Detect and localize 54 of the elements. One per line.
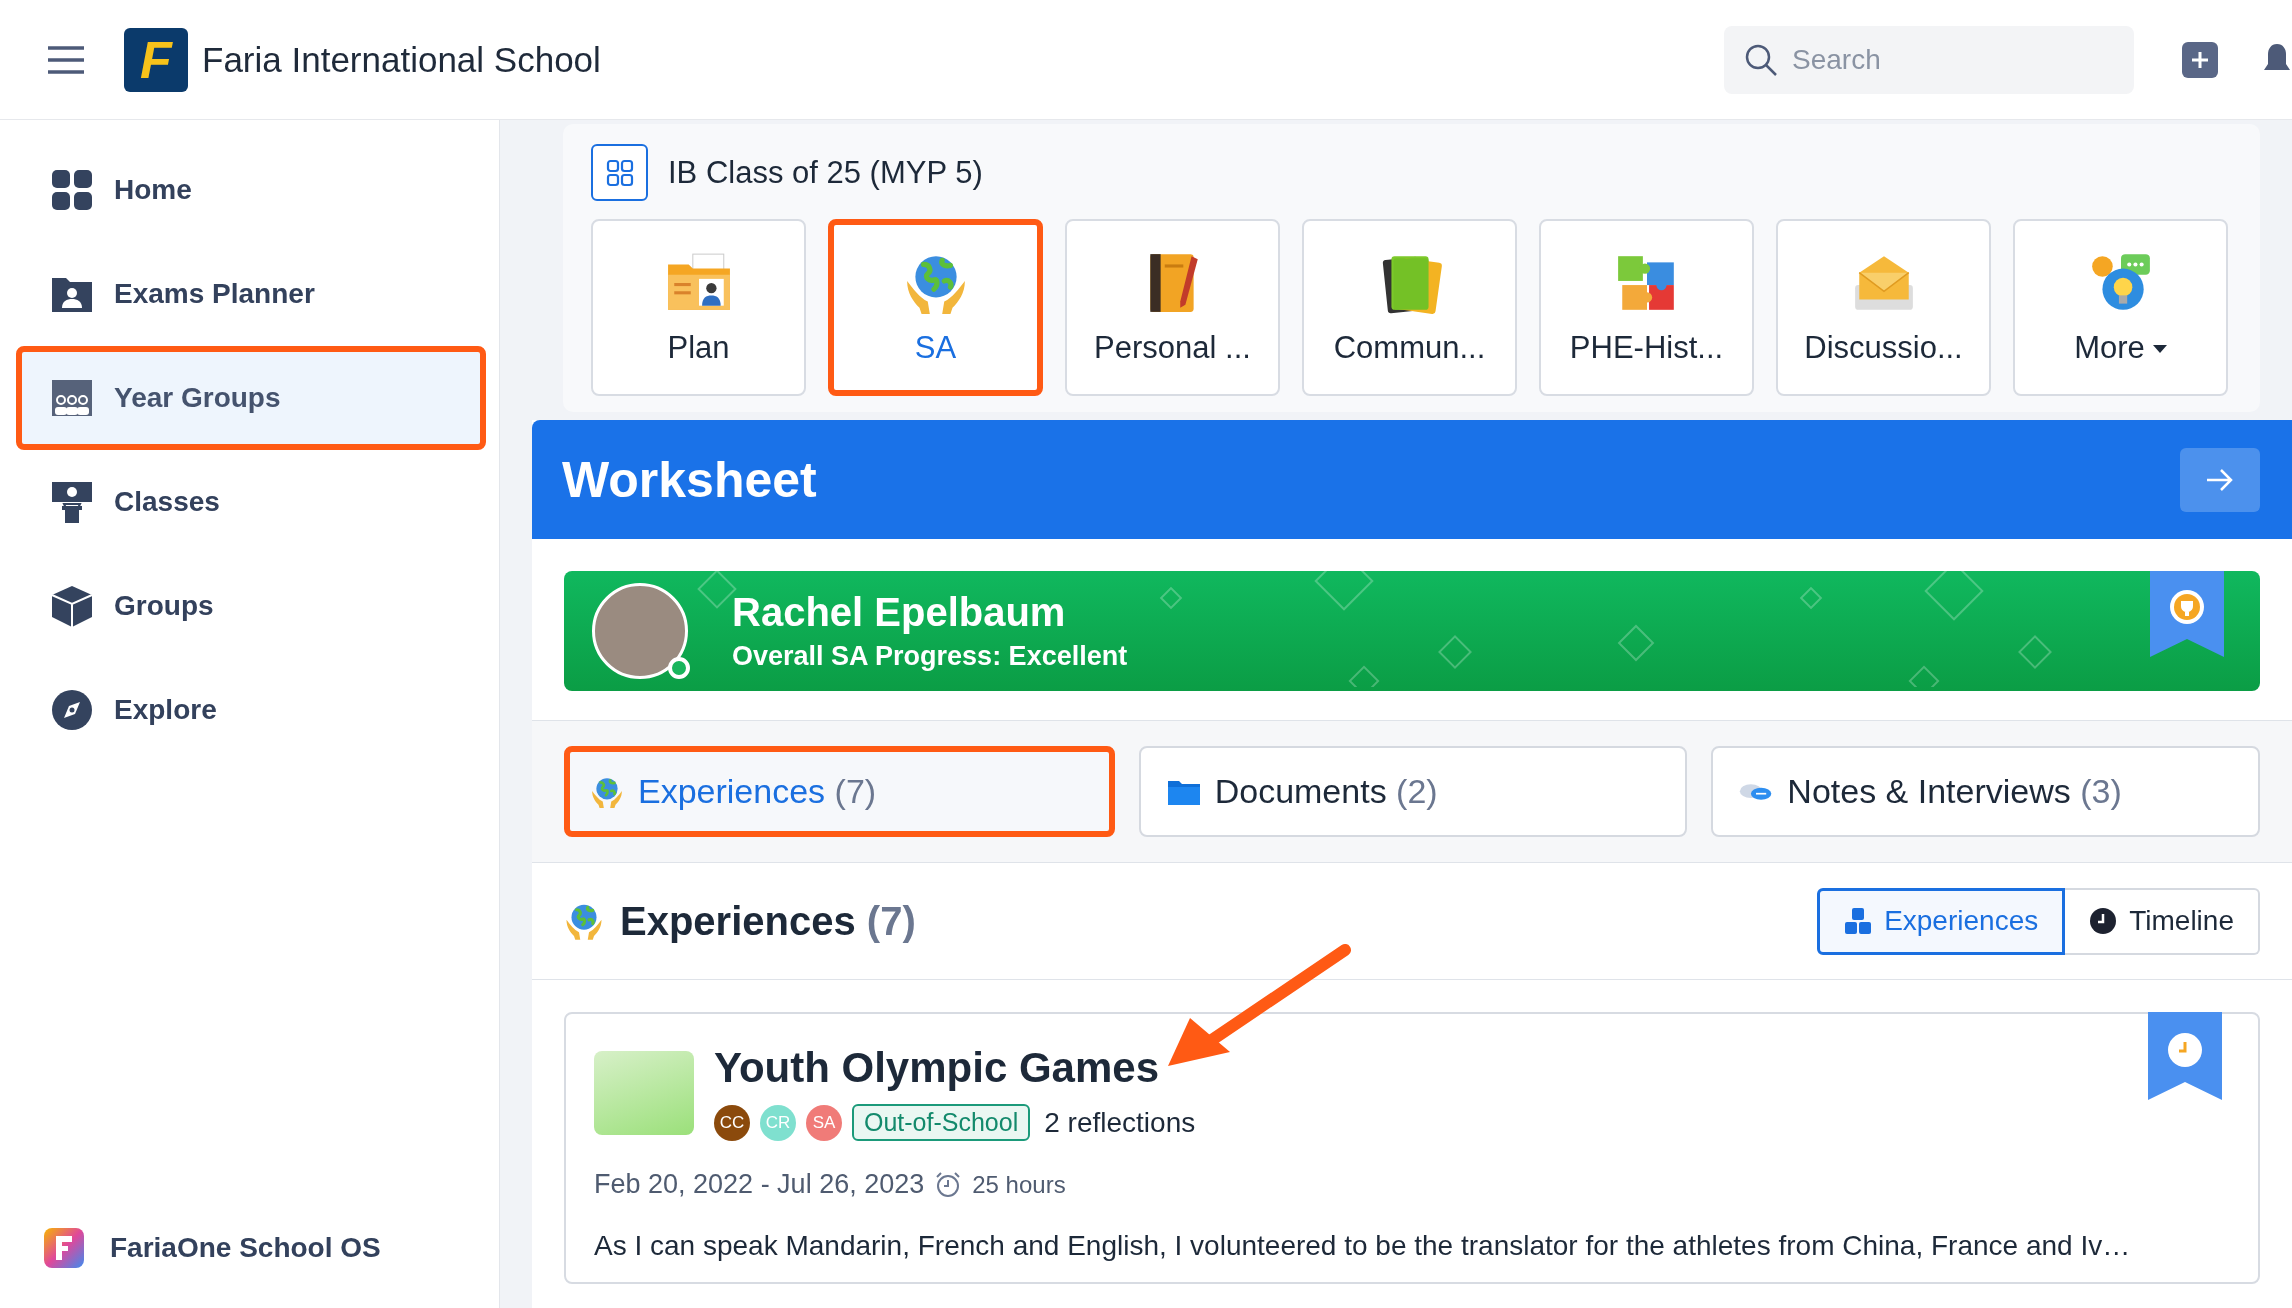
podium-icon: [50, 480, 94, 524]
app-tile[interactable]: Plan: [591, 219, 806, 396]
outcome-tag: CC: [714, 1104, 750, 1141]
sidebar-item[interactable]: Home: [16, 138, 486, 242]
duration: 25 hours: [972, 1170, 1066, 1199]
reflections-count: 2 reflections: [1044, 1106, 1196, 1139]
blocks-icon: [1844, 907, 1873, 935]
progress-text: Overall SA Progress: Excellent: [732, 641, 1128, 672]
footer-link[interactable]: FariaOne School OS: [0, 1228, 499, 1268]
section-title: Experiences (7): [620, 898, 916, 944]
cube-icon: [50, 584, 94, 628]
menu-icon: [48, 44, 84, 75]
experience-description: As I can speak Mandarin, French and English, I volunteered to be the translator for the athletes from China, France and Iv…: [594, 1230, 2132, 1262]
app-tile[interactable]: More: [2013, 219, 2228, 396]
trophy-ribbon-icon: [2150, 571, 2224, 657]
sidebar-item[interactable]: Year Groups: [16, 346, 486, 450]
grid-icon: [50, 168, 94, 212]
date-range: Feb 20, 2022 - Jul 26, 2023: [594, 1169, 925, 1200]
search-field[interactable]: Search: [1724, 25, 2134, 94]
tab[interactable]: Experiences (7): [564, 746, 1115, 837]
arrow-right-icon: [2205, 466, 2235, 493]
clock-icon: [2089, 907, 2118, 935]
app-tile[interactable]: SA: [828, 219, 1043, 396]
category-tag: Out-of-School: [852, 1104, 1031, 1141]
app-logo-icon: [44, 1228, 84, 1268]
view-toggle[interactable]: Experiences: [1817, 887, 2066, 955]
sidebar-item[interactable]: Exams Planner: [16, 242, 486, 346]
experience-title: Youth Olympic Games: [714, 1044, 1160, 1092]
search-icon: [1744, 42, 1778, 77]
experience-card[interactable]: [564, 1012, 2260, 1284]
compass-icon: [50, 688, 94, 732]
class-title: IB Class of 25 (MYP 5): [668, 154, 983, 191]
school-name: Faria International School: [202, 39, 601, 80]
grid-button[interactable]: [591, 144, 648, 201]
app-tile[interactable]: Personal ...: [1065, 219, 1280, 396]
student-name: Rachel Epelbaum: [732, 590, 1067, 635]
clock-ribbon-icon: [2148, 1012, 2222, 1100]
app-tile[interactable]: PHE-Hist...: [1539, 219, 1754, 396]
tab[interactable]: Notes & Interviews (3): [1711, 746, 2260, 837]
add-button[interactable]: [2182, 41, 2218, 78]
school-logo[interactable]: F: [124, 27, 188, 92]
open-button[interactable]: [2180, 447, 2260, 512]
outcome-tag: CR: [760, 1104, 796, 1141]
sidebar-item[interactable]: Groups: [16, 554, 486, 658]
view-toggle[interactable]: Timeline: [2065, 887, 2260, 955]
tab[interactable]: Documents (2): [1138, 746, 1688, 837]
outcome-tag: SA: [806, 1104, 842, 1141]
app-tile[interactable]: Commun...: [1302, 219, 1517, 396]
sidebar-item[interactable]: Explore: [16, 658, 486, 762]
worksheet-title: Worksheet: [562, 450, 817, 509]
caret-icon: [2152, 345, 2167, 354]
app-tile[interactable]: Discussio...: [1776, 219, 1991, 396]
sidebar-item[interactable]: Classes: [16, 450, 486, 554]
grid-icon: [605, 158, 634, 187]
